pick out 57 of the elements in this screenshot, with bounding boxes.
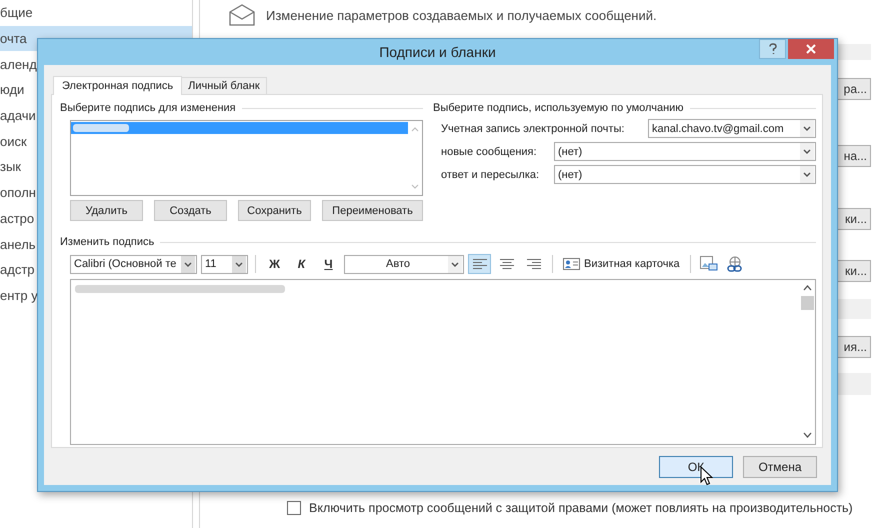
format-button[interactable]: К xyxy=(290,254,313,274)
contact-card-icon xyxy=(563,258,580,270)
align-left-button[interactable] xyxy=(468,254,491,274)
dropdown[interactable]: (нет) xyxy=(554,165,816,184)
tab[interactable]: Электронная подпись xyxy=(53,76,182,95)
section-band xyxy=(837,299,871,319)
help-icon xyxy=(768,43,778,55)
dropdown[interactable]: kanal.chavo.tv@gmail.com xyxy=(648,119,816,138)
section-description: Изменение параметров создаваемых и получаемых сообщений. xyxy=(266,8,657,22)
tab[interactable]: Личный бланк xyxy=(181,77,267,94)
options-button[interactable]: на... xyxy=(837,145,871,167)
link-icon xyxy=(726,256,744,272)
redacted-name xyxy=(71,122,131,134)
size-dropdown[interactable]: 11 xyxy=(201,254,248,274)
font-dropdown[interactable]: Calibri (Основной те xyxy=(70,254,197,274)
action-button[interactable]: Переименовать xyxy=(322,200,423,221)
options-button[interactable]: ра... xyxy=(837,78,871,100)
group-title: Изменить подпись xyxy=(60,236,154,248)
checkbox-label: Включить просмотр сообщений с защитой правами (может повлиять на производительность) xyxy=(309,501,853,515)
options-button[interactable]: ия... xyxy=(837,336,871,358)
caret-icon xyxy=(448,256,462,272)
action-button[interactable]: Удалить xyxy=(70,200,143,221)
envelope-icon xyxy=(228,4,256,26)
field-label: новые сообщения: xyxy=(441,146,537,158)
group-title: Выберите подпись для изменения xyxy=(60,102,236,114)
window-title: Подписи и бланки xyxy=(379,44,496,60)
align-right-icon xyxy=(526,258,542,270)
caret-icon xyxy=(800,143,814,160)
caret-icon xyxy=(181,256,195,272)
dialog-button[interactable]: Отмена xyxy=(743,456,817,478)
align-center-icon xyxy=(498,258,514,270)
checkbox[interactable] xyxy=(287,501,301,515)
options-button[interactable]: ки... xyxy=(837,260,871,282)
align-left-icon xyxy=(472,258,488,270)
insert-picture-button[interactable] xyxy=(698,256,720,272)
format-button[interactable]: Ч xyxy=(317,254,340,274)
field-label: ответ и пересылка: xyxy=(441,168,540,180)
color-dropdown[interactable]: Авто xyxy=(344,254,464,274)
image-icon xyxy=(700,256,718,272)
caret-icon xyxy=(232,256,246,272)
action-button[interactable]: Создать xyxy=(154,200,227,221)
format-button[interactable]: Ж xyxy=(263,254,286,274)
business-card-button[interactable]: Визитная карточка xyxy=(560,258,683,270)
signature-list[interactable] xyxy=(70,120,423,196)
section-band xyxy=(837,44,871,60)
help-button[interactable] xyxy=(759,39,786,59)
section-band xyxy=(837,373,871,395)
dropdown[interactable]: (нет) xyxy=(554,142,816,161)
field-label: Учетная запись электронной почты: xyxy=(441,122,624,134)
close-button[interactable] xyxy=(788,39,834,59)
group-title: Выберите подпись, используемую по умолчанию xyxy=(433,102,684,114)
close-icon xyxy=(806,44,816,54)
sidebar-item[interactable]: бщие xyxy=(0,0,192,26)
caret-icon xyxy=(800,166,814,183)
options-button[interactable]: ки... xyxy=(837,208,871,230)
caret-icon xyxy=(800,120,814,137)
action-button[interactable]: Сохранить xyxy=(238,200,311,221)
